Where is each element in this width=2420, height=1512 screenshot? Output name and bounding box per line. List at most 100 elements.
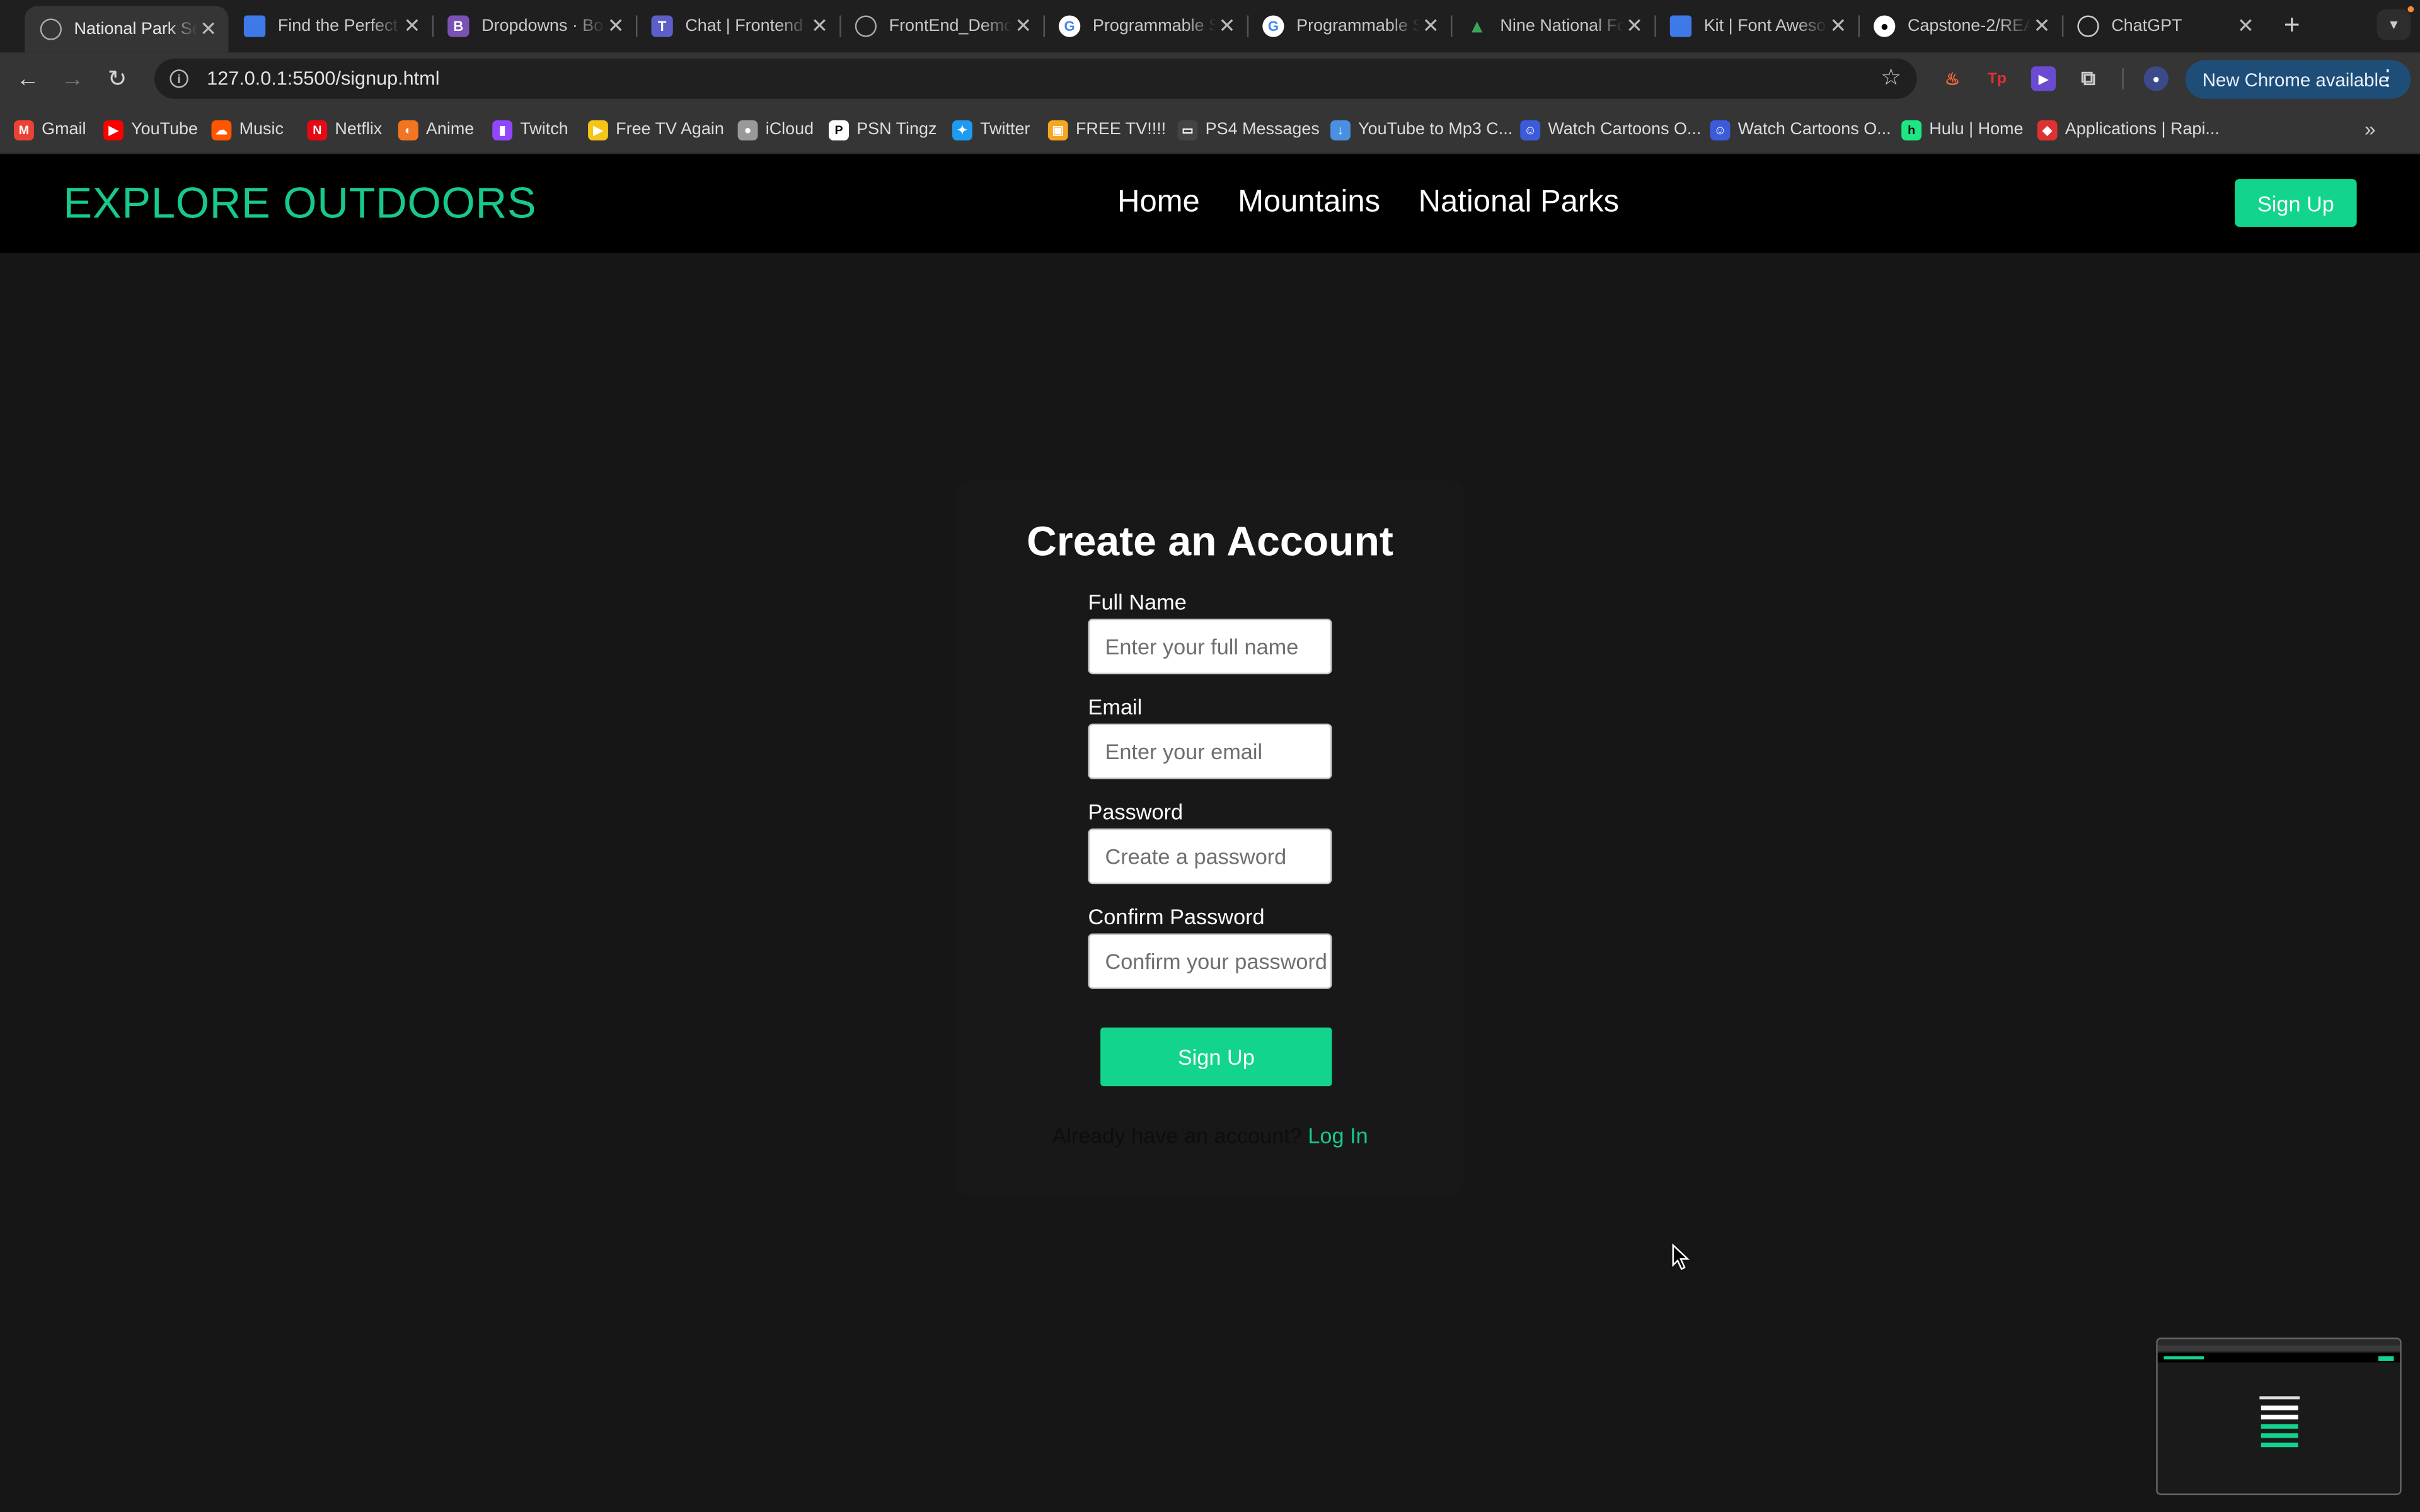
rapid-icon: ◆	[2037, 119, 2058, 140]
bookmark-label: Applications | Rapi...	[2065, 120, 2220, 139]
tab-capstone[interactable]: ● Capstone-2/REA ✕	[1858, 6, 2062, 47]
tab-nine-national[interactable]: ▲ Nine National Fo ✕	[1451, 6, 1654, 47]
netflix-icon: N	[307, 119, 328, 140]
close-icon[interactable]: ✕	[1013, 14, 1034, 38]
play-icon: ▶	[588, 119, 608, 140]
bookmark-item[interactable]: ▮ Twitch	[492, 117, 568, 142]
close-icon[interactable]: ✕	[2235, 14, 2256, 38]
gmail-icon: M	[14, 119, 34, 140]
chevron-down-icon: ▾	[2390, 16, 2398, 33]
profile-avatar-icon[interactable]: ●	[2143, 66, 2169, 91]
crunchyroll-icon: ◐	[398, 119, 418, 140]
puzzle-extensions-icon[interactable]: ⧉	[2076, 66, 2100, 91]
browser-toolbar: ← → ↻ i 127.0.0.1:5500/signup.html ☆ ♨ T…	[0, 52, 2420, 105]
github-icon: ●	[1874, 15, 1896, 37]
bookmark-item[interactable]: ▭ PS4 Messages	[1177, 117, 1320, 142]
back-button[interactable]: ←	[13, 63, 43, 94]
tab-font-awesome[interactable]: Kit | Font Aweso ✕	[1654, 6, 1858, 47]
tp-extension-icon[interactable]: Tp	[1985, 66, 2009, 91]
twitch-icon: ▮	[492, 119, 513, 140]
close-icon[interactable]: ✕	[1420, 14, 1441, 38]
reload-button[interactable]: ↻	[102, 63, 133, 94]
bookmark-item[interactable]: ↓ YouTube to Mp3 C...	[1330, 117, 1512, 142]
tab-frontend-demo[interactable]: FrontEnd_Demo ✕	[839, 6, 1043, 47]
password-input[interactable]	[1088, 828, 1332, 885]
tab-title: Programmable S	[1296, 16, 1420, 36]
tab-national-park[interactable]: National Park Se ✕	[25, 6, 229, 53]
flag-icon	[1669, 15, 1692, 37]
confirm-password-input[interactable]	[1088, 933, 1332, 989]
close-icon[interactable]: ✕	[197, 17, 219, 42]
bookmark-item[interactable]: N Netflix	[307, 117, 382, 142]
thumb-toolbar	[2157, 1345, 2400, 1352]
close-icon[interactable]: ✕	[1828, 14, 1849, 38]
bookmark-label: Music	[239, 120, 284, 139]
bookmark-item[interactable]: M Gmail	[14, 117, 86, 142]
full-name-input[interactable]	[1088, 619, 1332, 675]
bookmark-item[interactable]: ✦ Twitter	[952, 117, 1030, 142]
thumb-field	[2261, 1414, 2298, 1420]
thumb-logo	[2164, 1356, 2204, 1360]
bookmark-item[interactable]: ● iCloud	[737, 117, 814, 142]
tab-programmable-2[interactable]: G Programmable S ✕	[1247, 6, 1451, 47]
bookmark-item[interactable]: ◆ Applications | Rapi...	[2037, 117, 2220, 142]
site-logo[interactable]: EXPLORE OUTDOORS	[63, 179, 536, 228]
screen: National Park Se ✕ Find the Perfect ✕ B …	[0, 0, 2420, 1512]
close-icon[interactable]: ✕	[605, 14, 626, 38]
new-tab-button[interactable]: +	[2278, 9, 2306, 42]
bookmark-item[interactable]: ▶ YouTube	[103, 117, 198, 142]
more-vert-icon[interactable]: ⋮	[2377, 65, 2398, 91]
form-title: Create an Account	[1027, 518, 1393, 565]
bookmark-label: Netflix	[335, 120, 383, 139]
close-icon[interactable]: ✕	[2031, 14, 2053, 38]
bookmark-item[interactable]: ◐ Anime	[398, 117, 474, 142]
tab-title: Chat | Frontend	[685, 16, 804, 36]
video-extension-icon[interactable]: ▶	[2031, 66, 2056, 91]
tab-title: ChatGPT	[2111, 16, 2182, 36]
bookmark-item[interactable]: ☁ Music	[211, 117, 284, 142]
email-input[interactable]	[1088, 723, 1332, 779]
nav-national-parks-link[interactable]: National Parks	[1419, 185, 1620, 220]
fire-extension-icon[interactable]: ♨	[1940, 66, 1964, 91]
tab-programmable-1[interactable]: G Programmable S ✕	[1044, 6, 1247, 47]
tab-dropdowns[interactable]: B Dropdowns · Bo ✕	[432, 6, 636, 47]
bookmark-item[interactable]: h Hulu | Home	[1901, 117, 2023, 142]
tab-find-the-perfect[interactable]: Find the Perfect ✕	[228, 6, 432, 47]
bookmarks-overflow-icon[interactable]: »	[2365, 117, 2376, 140]
forward-button[interactable]: →	[57, 63, 88, 94]
bookmark-item[interactable]: ☺ Watch Cartoons O...	[1710, 117, 1891, 142]
close-icon[interactable]: ✕	[1216, 14, 1238, 38]
tab-strip: National Park Se ✕ Find the Perfect ✕ B …	[0, 0, 2420, 53]
bookmark-label: YouTube to Mp3 C...	[1358, 120, 1513, 139]
nav-signup-button[interactable]: Sign Up	[2235, 179, 2357, 227]
close-icon[interactable]: ✕	[809, 14, 830, 38]
bookmark-star-icon[interactable]: ☆	[1881, 63, 1901, 91]
screenshot-thumbnail[interactable]	[2156, 1337, 2402, 1496]
bookmark-item[interactable]: ☺ Watch Cartoons O...	[1520, 117, 1701, 142]
tab-chatgpt[interactable]: ChatGPT ✕	[2062, 6, 2266, 47]
reload-icon: ↻	[107, 66, 127, 93]
url-text[interactable]: 127.0.0.1:5500/signup.html	[207, 68, 439, 89]
close-icon[interactable]: ✕	[1623, 14, 1645, 38]
bookmark-label: Twitter	[980, 120, 1030, 139]
nav-home-link[interactable]: Home	[1117, 185, 1200, 220]
arrow-right-icon: →	[60, 66, 84, 92]
bookmark-item[interactable]: P PSN Tingz	[829, 117, 936, 142]
twitter-icon: ✦	[952, 119, 972, 140]
address-bar[interactable]: i 127.0.0.1:5500/signup.html ☆	[154, 59, 1917, 99]
hulu-icon: h	[1901, 119, 1922, 140]
nav-mountains-link[interactable]: Mountains	[1238, 185, 1380, 220]
bookmark-item[interactable]: ▣ FREE TV!!!!	[1047, 117, 1166, 142]
globe-icon	[855, 15, 877, 37]
tv-icon: ▣	[1047, 119, 1068, 140]
signup-submit-button[interactable]: Sign Up	[1100, 1028, 1332, 1087]
chrome-update-button[interactable]: New Chrome available ⋮	[2185, 60, 2411, 99]
tab-search-button[interactable]: ▾	[2377, 9, 2411, 40]
tab-chat-frontend[interactable]: T Chat | Frontend ✕	[636, 6, 839, 47]
site-info-icon[interactable]: i	[170, 69, 188, 88]
close-icon[interactable]: ✕	[401, 14, 423, 38]
login-link[interactable]: Log In	[1308, 1123, 1368, 1148]
bookmark-item[interactable]: ▶ Free TV Again	[588, 117, 724, 142]
mouse-cursor-icon	[1672, 1243, 1690, 1270]
email-label: Email	[1088, 694, 1143, 719]
